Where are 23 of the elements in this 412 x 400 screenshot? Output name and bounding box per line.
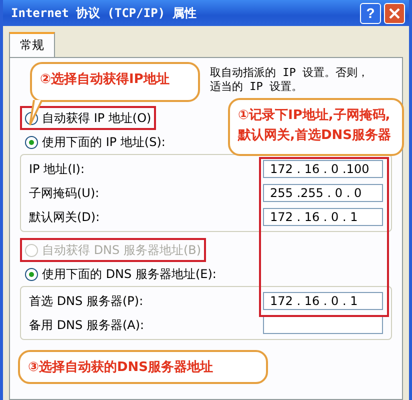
ip-input-field[interactable] [263,316,383,334]
ip-input-field[interactable]: 255 .255 . 0 . 0 [263,184,383,202]
pointer-tail [28,100,44,126]
intro-text: 适当的 IP 设置。 [210,80,302,94]
callout: ③选择自动获的DNS服务器地址 [18,350,268,384]
field-label: 首选 DNS 服务器(P): [29,292,144,310]
tab[interactable]: 常规 [9,32,55,57]
ip-input-field[interactable]: 172 . 16 . 0 . 1 [263,292,383,310]
ip-input-field[interactable]: 172 . 16 . 0 .100 [263,160,383,178]
field-label: 子网掩码(U): [29,184,100,202]
intro-text: 取自动指派的 IP 设置。否则， [210,66,368,80]
callout: ①记录下IP地址,子网掩码,默认网关,首选DNS服务器 [228,98,404,156]
field-label: 默认网关(D): [29,208,100,226]
radio-option[interactable]: 使用下面的 IP 地址(S): [20,130,170,154]
window-title: Internet 协议 (TCP/IP) 属性 [11,4,198,22]
close-button[interactable] [384,2,405,24]
close-icon [389,8,400,18]
field-label: 备用 DNS 服务器(A): [29,316,144,334]
help-button[interactable]: ? [360,2,381,24]
ip-input-field[interactable]: 172 . 16 . 0 . 1 [263,208,383,226]
field-label: IP 地址(I): [29,160,85,178]
radio-option[interactable]: 使用下面的 DNS 服务器地址(E): [20,262,222,286]
callout: ②选择自动获得IP地址 [30,62,200,102]
